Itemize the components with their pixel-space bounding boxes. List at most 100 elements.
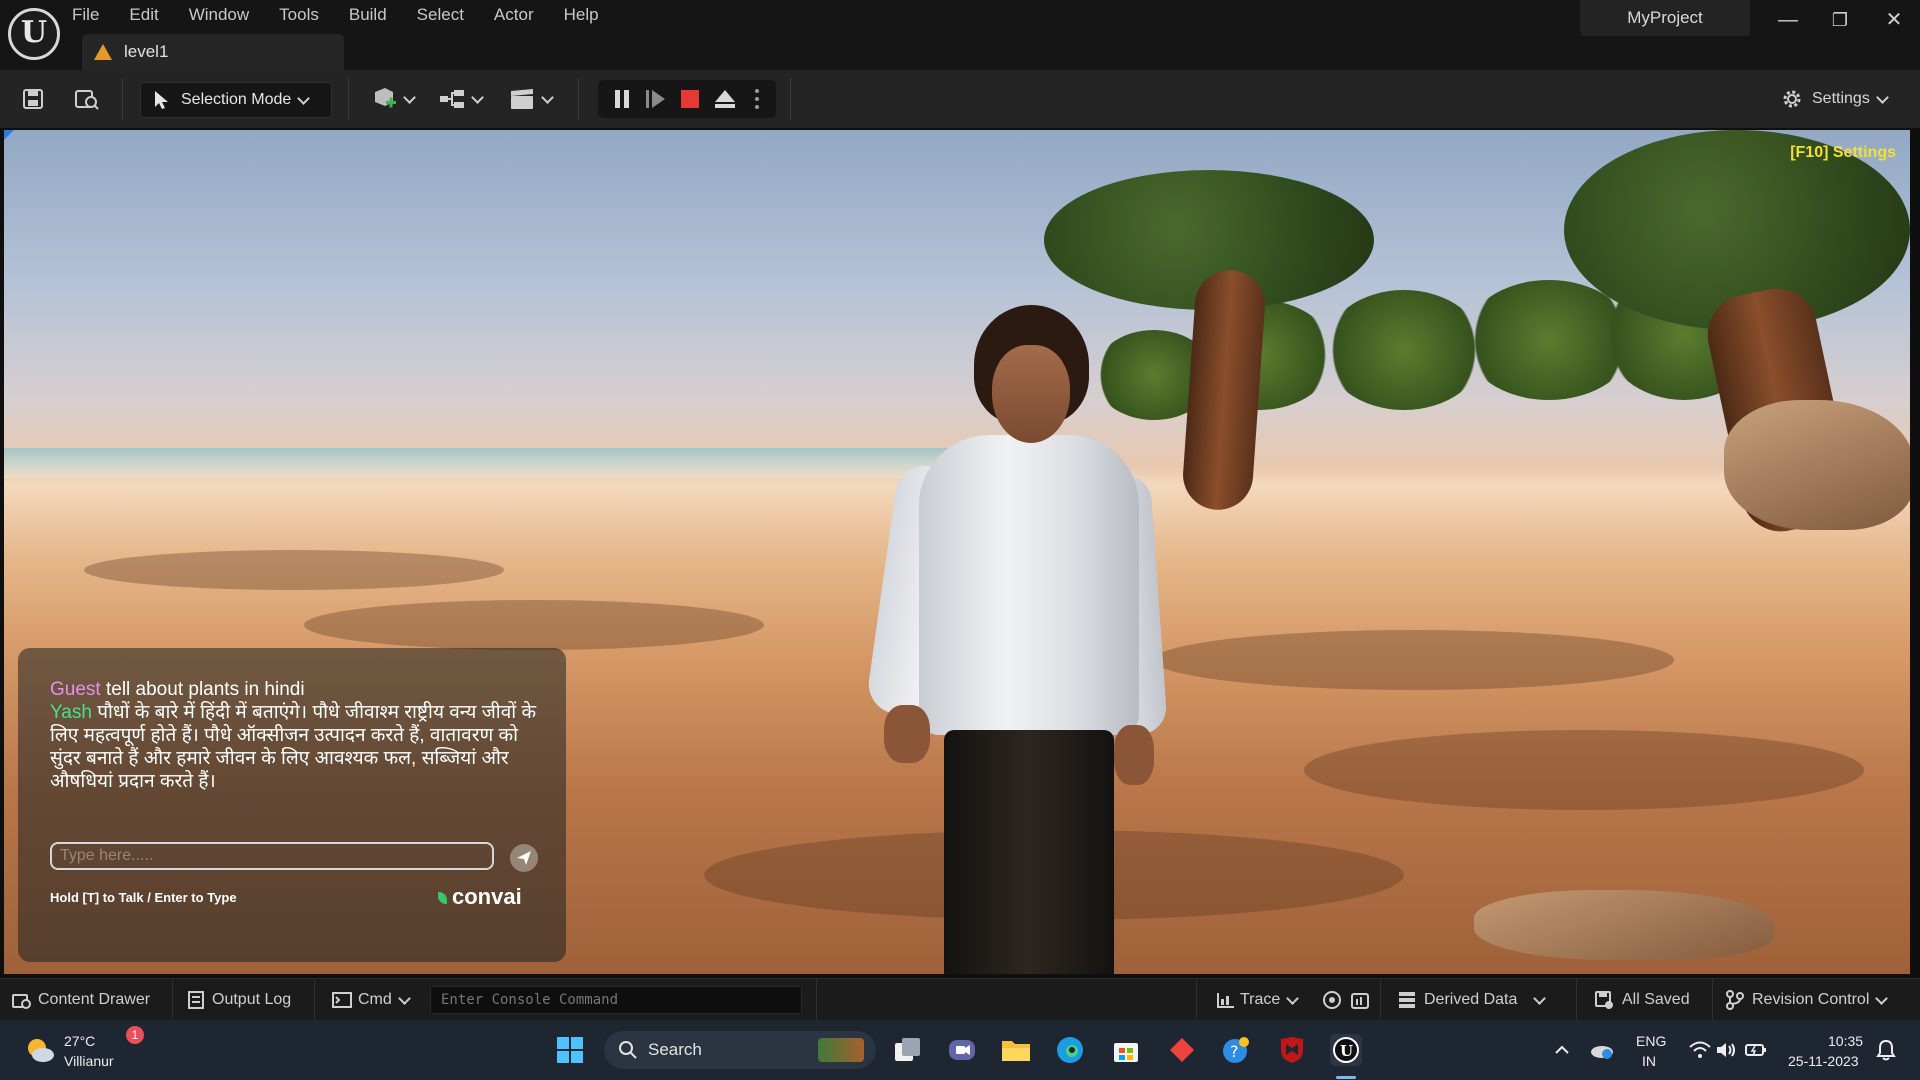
taskbar-search[interactable]: Search [604,1031,876,1069]
character-shirt [919,435,1139,735]
send-icon [517,851,531,865]
output-log-button[interactable]: Output Log [188,979,291,1021]
character-face [992,345,1070,443]
weather-widget[interactable] [24,1034,56,1071]
palm-tree [1324,290,1484,410]
teams-chat-icon[interactable] [946,1034,978,1066]
chat-input[interactable] [50,842,494,870]
stop-icon[interactable] [676,84,704,114]
minimize-button[interactable]: — [1768,6,1808,34]
weather-location: Villianur [64,1053,114,1069]
settings-button[interactable]: Settings [1780,82,1900,116]
menu-build[interactable]: Build [349,4,387,26]
notification-bell-icon[interactable] [1870,1034,1902,1066]
blueprint-icon[interactable] [436,82,484,116]
output-log-label: Output Log [212,991,292,1008]
guest-message-line: Guest tell about plants in hindi [50,678,540,701]
get-help-icon[interactable]: ? [1220,1034,1252,1066]
menu-file[interactable]: File [72,4,99,26]
browse-icon[interactable] [70,82,104,116]
microsoft-store-icon[interactable] [1110,1034,1142,1066]
chevron-down-icon [1875,991,1889,1005]
record-icon[interactable] [1322,979,1342,1021]
send-button[interactable] [510,844,538,872]
talk-hint: Hold [T] to Talk / Enter to Type [50,890,237,905]
weather-temp: 27°C [64,1033,96,1049]
mcafee-icon[interactable] [1276,1034,1308,1066]
terminal-icon [332,992,352,1008]
settings-label: Settings [1812,90,1870,107]
toolbar-separator [348,78,349,120]
guest-name: Guest [50,679,101,700]
level-tab[interactable]: level1 [82,34,344,70]
menu-edit[interactable]: Edit [129,4,158,26]
trace-dropdown[interactable]: Trace [1216,979,1300,1021]
status-divider [1576,979,1577,1021]
unreal-engine-taskbar-icon[interactable]: U [1330,1034,1362,1066]
skip-frame-icon[interactable] [642,84,670,114]
clock-date[interactable]: 25-11-2023 [1788,1052,1859,1070]
chevron-down-icon [1533,991,1547,1005]
content-drawer-button[interactable]: Content Drawer [12,979,150,1021]
status-divider [1196,979,1197,1021]
driftwood [1474,890,1774,960]
npc-name: Yash [50,702,92,723]
guest-message: tell about plants in hindi [105,679,305,700]
convai-leaf-icon [438,892,447,904]
derived-data-icon [1399,992,1415,1008]
chevron-down-icon [1875,90,1889,104]
convai-logo: convai [438,884,522,910]
level-viewport[interactable]: [F10] Settings Guest tell about plants i… [4,130,1910,974]
volume-icon[interactable] [1710,1034,1742,1066]
unreal-logo[interactable]: U [8,8,60,60]
menu-select[interactable]: Select [417,4,464,26]
save-icon[interactable] [16,82,50,116]
sand-shadow [304,600,764,650]
revision-control-icon [1726,990,1744,1010]
menu-actor[interactable]: Actor [494,4,534,26]
derived-data-dropdown[interactable]: Derived Data [1398,979,1547,1021]
npc-character[interactable] [864,305,1169,974]
svg-text:U: U [1340,1042,1353,1060]
character-pants [944,730,1114,974]
restore-button[interactable]: ❐ [1820,6,1860,34]
menu-tools[interactable]: Tools [279,4,319,26]
anydesk-icon[interactable] [1166,1034,1198,1066]
menu-help[interactable]: Help [564,4,599,26]
all-saved-button[interactable]: All Saved [1594,979,1690,1021]
menu-window[interactable]: Window [189,4,249,26]
level-warning-icon [94,44,112,60]
selection-mode-dropdown[interactable]: Selection Mode [140,82,332,118]
eject-icon[interactable] [710,84,740,114]
language-bottom[interactable]: IN [1642,1052,1656,1070]
clock-time[interactable]: 10:35 [1828,1032,1863,1050]
onedrive-icon[interactable] [1586,1034,1618,1066]
close-button[interactable]: ✕ [1874,6,1914,34]
status-divider [816,979,817,1021]
toolbar-separator [790,78,791,120]
chevron-down-icon [540,90,554,104]
task-view-icon[interactable] [892,1034,924,1066]
edge-browser-icon[interactable] [1054,1034,1086,1066]
convai-chat-panel: Guest tell about plants in hindi Yash पौ… [18,648,566,962]
search-highlight-icon [818,1038,864,1062]
language-top[interactable]: ENG [1636,1032,1666,1050]
file-explorer-icon[interactable] [1000,1034,1032,1066]
more-options-icon[interactable] [746,84,768,114]
revision-control-dropdown[interactable]: Revision Control [1726,979,1889,1021]
cinematics-icon[interactable] [506,82,554,116]
show-hidden-icons-chevron-up-icon[interactable] [1546,1034,1578,1066]
svg-text:?: ? [1230,1042,1239,1061]
chat-transcript: Guest tell about plants in hindi Yash पौ… [50,678,540,793]
windows-start-icon[interactable] [554,1034,586,1066]
viewport-focus-marker [4,130,14,140]
add-actor-icon[interactable] [368,82,416,116]
trace-icon [1217,993,1234,1008]
console-command-input[interactable] [430,986,802,1014]
battery-icon[interactable] [1740,1034,1772,1066]
npc-message-line: Yash पौधों के बारे में हिंदी में बताएंगे… [50,701,540,793]
search-icon [619,1041,637,1059]
snapshot-icon[interactable] [1350,979,1370,1021]
cmd-dropdown[interactable]: Cmd [332,979,411,1021]
pause-icon[interactable] [608,84,636,114]
